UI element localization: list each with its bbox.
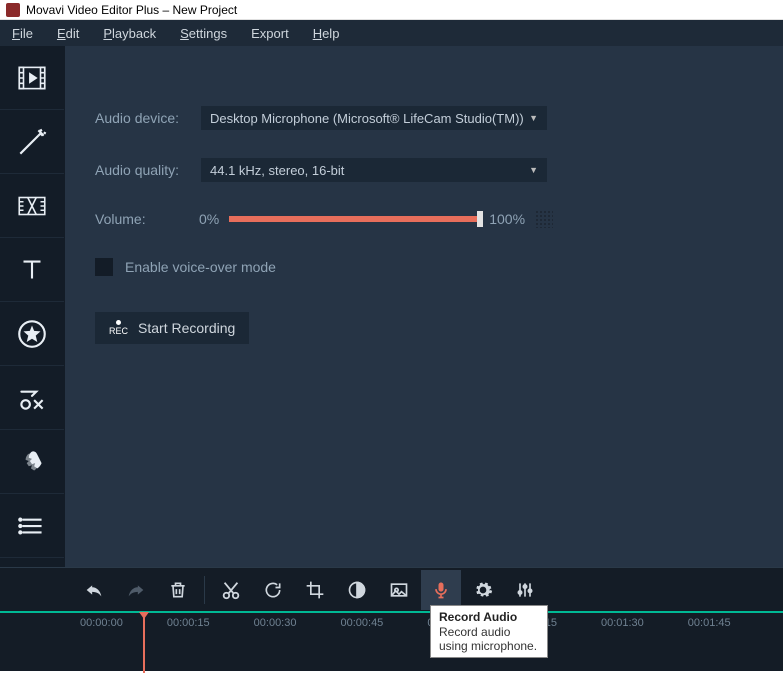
clip-properties-button[interactable] xyxy=(379,570,419,610)
app-icon xyxy=(6,3,20,17)
sidebar-item-filters[interactable] xyxy=(0,110,64,174)
audio-quality-value: 44.1 kHz, stereo, 16-bit xyxy=(210,163,344,178)
audio-quality-label: Audio quality: xyxy=(95,162,189,178)
audio-device-label: Audio device: xyxy=(95,110,189,126)
volume-slider[interactable] xyxy=(229,216,479,222)
tick: 00:01:45 xyxy=(688,617,731,629)
voiceover-label: Enable voice-over mode xyxy=(125,259,276,275)
sidebar-item-animation[interactable] xyxy=(0,430,64,494)
undo-button[interactable] xyxy=(74,570,114,610)
volume-max: 100% xyxy=(489,211,525,227)
audio-record-panel: Audio device: Desktop Microphone (Micros… xyxy=(64,46,783,567)
toolbar-separator xyxy=(204,576,205,604)
volume-label: Volume: xyxy=(95,211,189,227)
title-bar: Movavi Video Editor Plus – New Project xyxy=(0,0,783,20)
tick: 00:00:15 xyxy=(167,617,210,629)
dropdown-arrow-icon: ▼ xyxy=(529,113,538,123)
tick: 00:00:30 xyxy=(254,617,297,629)
record-audio-button[interactable] xyxy=(421,570,461,610)
menu-help[interactable]: Help xyxy=(313,26,340,41)
color-adjust-button[interactable] xyxy=(337,570,377,610)
menu-settings[interactable]: Settings xyxy=(180,26,227,41)
volume-slider-fill xyxy=(229,216,479,222)
volume-min: 0% xyxy=(199,211,219,227)
tooltip-title: Record Audio xyxy=(439,610,539,624)
tooltip-body: Record audio using microphone. xyxy=(439,625,539,653)
timeline-toolbar xyxy=(0,567,783,611)
tooltip-record-audio: Record Audio Record audio using micropho… xyxy=(430,605,548,658)
rotate-button[interactable] xyxy=(253,570,293,610)
timeline-ruler: 00:00:00 00:00:15 00:00:30 00:00:45 00:0… xyxy=(0,617,783,629)
tick: 00:00:45 xyxy=(340,617,383,629)
sidebar-item-transitions[interactable] xyxy=(0,174,64,238)
volume-meter-icon xyxy=(535,210,553,228)
menu-bar: File Edit Playback Settings Export Help xyxy=(0,20,783,46)
menu-file[interactable]: File xyxy=(12,26,33,41)
audio-quality-select[interactable]: 44.1 kHz, stereo, 16-bit ▼ xyxy=(201,158,547,182)
delete-button[interactable] xyxy=(158,570,198,610)
menu-playback[interactable]: Playback xyxy=(103,26,156,41)
crop-button[interactable] xyxy=(295,570,335,610)
timeline[interactable]: 00:00:00 00:00:15 00:00:30 00:00:45 00:0… xyxy=(0,611,783,671)
menu-export[interactable]: Export xyxy=(251,26,289,41)
sidebar-item-titles[interactable] xyxy=(0,238,64,302)
sidebar-item-callouts[interactable] xyxy=(0,366,64,430)
tick: 00:00:00 xyxy=(80,617,123,629)
tick: 00:01:30 xyxy=(601,617,644,629)
equalizer-button[interactable] xyxy=(505,570,545,610)
sidebar-item-media[interactable] xyxy=(0,46,64,110)
settings-gear-button[interactable] xyxy=(463,570,503,610)
rec-icon: REC xyxy=(109,320,128,336)
sidebar xyxy=(0,46,64,567)
redo-button[interactable] xyxy=(116,570,156,610)
record-label: Start Recording xyxy=(138,320,235,336)
voiceover-checkbox[interactable] xyxy=(95,258,113,276)
playhead[interactable] xyxy=(143,613,145,673)
audio-device-select[interactable]: Desktop Microphone (Microsoft® LifeCam S… xyxy=(201,106,547,130)
menu-edit[interactable]: Edit xyxy=(57,26,79,41)
volume-slider-thumb[interactable] xyxy=(477,211,483,227)
window-title: Movavi Video Editor Plus – New Project xyxy=(26,3,237,17)
audio-device-value: Desktop Microphone (Microsoft® LifeCam S… xyxy=(210,111,524,126)
cut-button[interactable] xyxy=(211,570,251,610)
start-recording-button[interactable]: REC Start Recording xyxy=(95,312,249,344)
sidebar-item-stickers[interactable] xyxy=(0,302,64,366)
sidebar-item-more[interactable] xyxy=(0,494,64,558)
dropdown-arrow-icon: ▼ xyxy=(529,165,538,175)
